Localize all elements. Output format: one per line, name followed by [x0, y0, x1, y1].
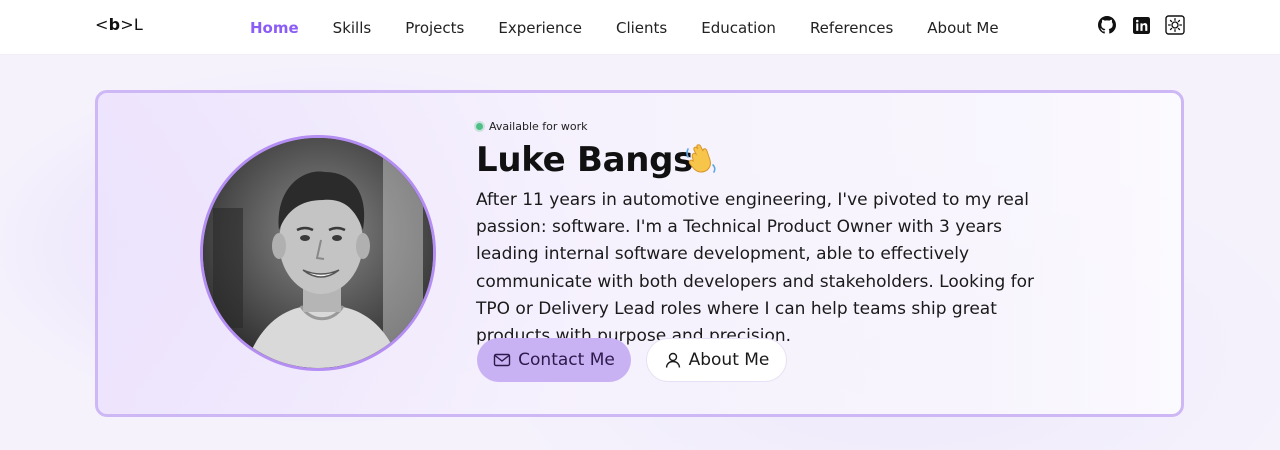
- theme-toggle-icon[interactable]: [1164, 14, 1186, 36]
- site-logo[interactable]: <b>L: [95, 15, 143, 34]
- nav-item-about-me[interactable]: About Me: [927, 19, 998, 37]
- waving-hand-icon: [684, 141, 718, 175]
- navbar: <b>L Home Skills Projects Experience Cli…: [0, 0, 1280, 55]
- contact-me-label: Contact Me: [518, 350, 615, 370]
- nav-item-projects[interactable]: Projects: [405, 19, 464, 37]
- mail-icon: [493, 351, 511, 369]
- hero-name: Luke Bangs: [476, 140, 694, 180]
- linkedin-icon[interactable]: [1130, 14, 1152, 36]
- nav-links: Home Skills Projects Experience Clients …: [250, 0, 1033, 55]
- nav-item-references[interactable]: References: [810, 19, 893, 37]
- social-links: [1084, 14, 1186, 36]
- nav-item-home[interactable]: Home: [250, 19, 299, 37]
- github-icon[interactable]: [1096, 14, 1118, 36]
- about-me-label: About Me: [688, 350, 770, 370]
- profile-photo: [200, 135, 436, 371]
- user-icon: [664, 351, 682, 369]
- nav-item-skills[interactable]: Skills: [333, 19, 372, 37]
- status-text: Available for work: [489, 120, 588, 133]
- nav-item-clients[interactable]: Clients: [616, 19, 667, 37]
- about-me-button[interactable]: About Me: [646, 338, 787, 382]
- nav-item-education[interactable]: Education: [701, 19, 776, 37]
- hero-bio: After 11 years in automotive engineering…: [476, 190, 1035, 347]
- nav-item-experience[interactable]: Experience: [498, 19, 582, 37]
- availability-status: Available for work: [476, 120, 588, 133]
- status-dot-icon: [476, 123, 483, 130]
- contact-me-button[interactable]: Contact Me: [477, 338, 631, 382]
